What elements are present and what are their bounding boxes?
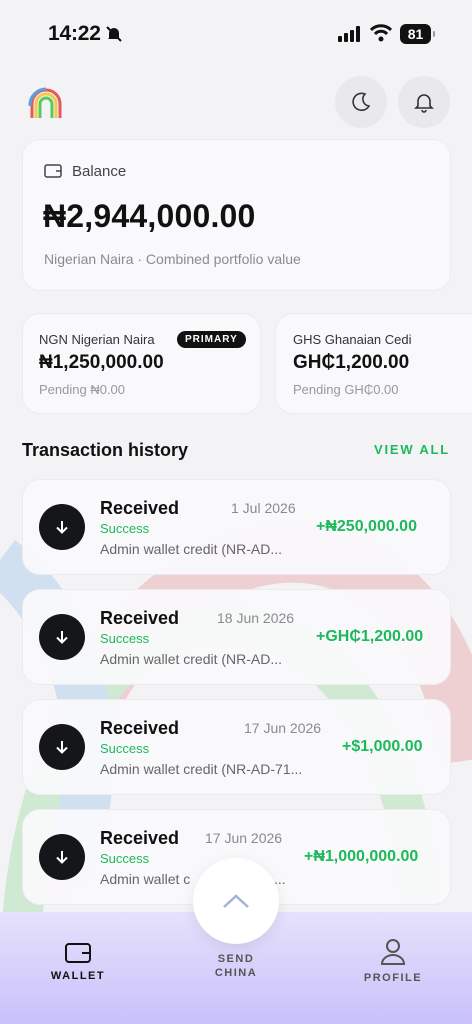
currency-amount: GH₵1,200.00: [293, 352, 410, 373]
send-fab-button[interactable]: [193, 858, 279, 944]
received-arrow-icon: [39, 504, 85, 550]
rainbow-logo-icon[interactable]: [28, 86, 64, 120]
balance-label: Balance: [72, 163, 127, 180]
wallet-icon: [65, 943, 91, 963]
transaction-date: 17 Jun 2026: [244, 720, 322, 736]
transaction-date: 18 Jun 2026: [217, 610, 295, 626]
nav-china-label: CHINA: [214, 967, 258, 979]
transaction-status: Success: [100, 851, 150, 866]
currency-pending: Pending ₦0.00: [39, 382, 126, 397]
nav-profile[interactable]: PROFILE: [360, 938, 426, 984]
received-arrow-icon: [39, 614, 85, 660]
received-arrow-icon: [39, 834, 85, 880]
battery-indicator: 81: [400, 24, 435, 44]
balance-subtitle: Nigerian Naira · Combined portfolio valu…: [44, 251, 301, 267]
profile-icon: [380, 939, 406, 965]
primary-badge: PRIMARY: [177, 331, 246, 348]
nav-wallet-label: WALLET: [50, 970, 106, 982]
balance-amount: ₦2,944,000.00: [43, 198, 256, 234]
wifi-icon: [370, 24, 392, 42]
transaction-title: Received: [100, 608, 180, 628]
transaction-title: Received: [100, 498, 180, 518]
currency-name: NGN Nigerian Naira: [39, 332, 155, 347]
transaction-title: Received: [100, 718, 180, 738]
nav-send-china[interactable]: SEND CHINA: [205, 952, 267, 980]
transaction-date: 17 Jun 2026: [205, 830, 283, 846]
transaction-status: Success: [100, 631, 150, 646]
status-time: 14:22: [48, 22, 101, 45]
status-bar: 14:22 81: [0, 0, 472, 64]
wallet-icon: [44, 164, 62, 178]
transaction-history-title: Transaction history: [22, 440, 189, 460]
transaction-description: Admin wallet credit (NR-AD-71...: [100, 761, 303, 777]
transaction-description: Admin wallet c: [100, 871, 191, 887]
nav-wallet[interactable]: WALLET: [48, 938, 108, 982]
chevron-up-icon: [223, 894, 249, 908]
bell-icon: [414, 94, 434, 113]
silent-mode-icon: [106, 26, 122, 42]
cellular-signal-icon: [338, 26, 360, 42]
received-arrow-icon: [39, 724, 85, 770]
transaction-title: Received: [100, 828, 180, 848]
currency-pending: Pending GH₵0.00: [293, 382, 399, 397]
theme-toggle-button[interactable]: [335, 76, 387, 128]
transaction-description: Admin wallet credit (NR-AD...: [100, 541, 283, 557]
moon-icon: [352, 92, 371, 112]
transaction-amount: +GH₵1,200.00: [316, 628, 424, 645]
transaction-amount: +₦250,000.00: [316, 518, 417, 535]
currency-name: GHS Ghanaian Cedi: [293, 332, 412, 347]
nav-profile-label: PROFILE: [363, 972, 423, 984]
transaction-amount: +₦1,000,000.00: [304, 848, 419, 865]
view-all-link[interactable]: VIEW ALL: [374, 442, 450, 457]
transaction-description: Admin wallet credit (NR-AD...: [100, 651, 283, 667]
transaction-amount: +$1,000.00: [342, 738, 423, 755]
notifications-button[interactable]: [398, 76, 450, 128]
transaction-date: 1 Jul 2026: [231, 500, 296, 516]
currency-amount: ₦1,250,000.00: [39, 352, 164, 373]
transaction-status: Success: [100, 521, 150, 536]
nav-send-label: SEND: [217, 953, 255, 965]
transaction-status: Success: [100, 741, 150, 756]
